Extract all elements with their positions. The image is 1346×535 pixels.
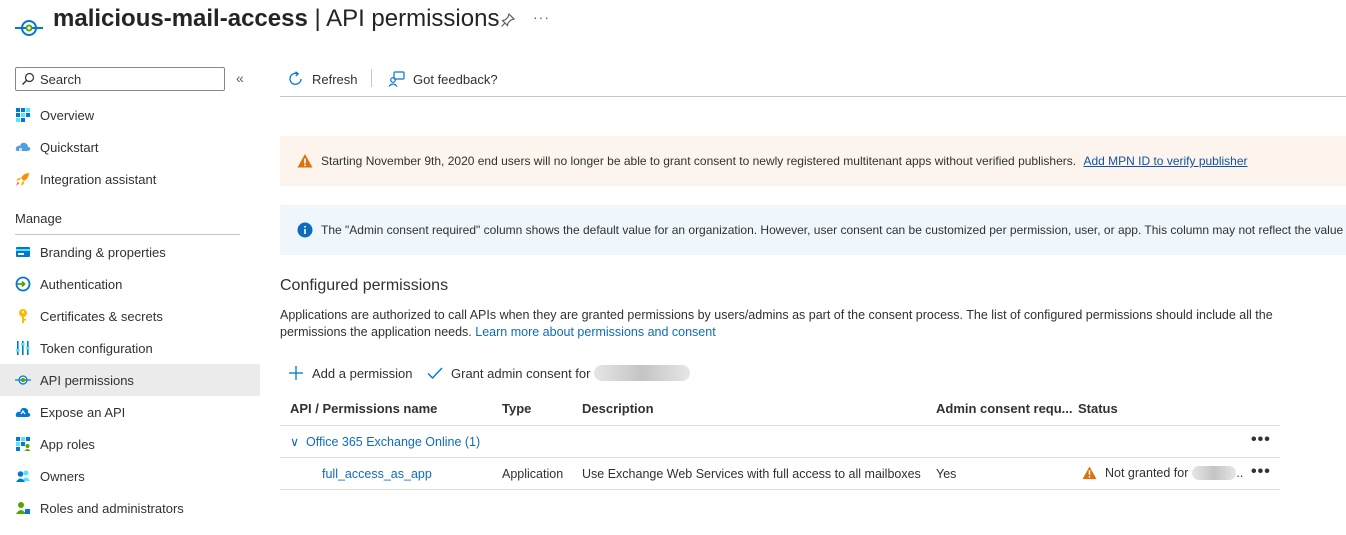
- page-title: malicious-mail-access | API permissions: [53, 5, 499, 33]
- configured-permissions-title: Configured permissions: [280, 277, 449, 294]
- column-header-admin-consent[interactable]: Admin consent requ...: [936, 401, 1073, 416]
- description-text: Applications are authorized to call APIs…: [280, 308, 1273, 339]
- sidebar-item-label: API permissions: [40, 373, 134, 388]
- rocket-icon: [16, 173, 29, 186]
- key-icon: [19, 309, 27, 323]
- warning-text: Starting November 9th, 2020 end users wi…: [321, 154, 1248, 168]
- sidebar-item-label: App roles: [40, 437, 95, 452]
- overview-grid-icon: [16, 108, 30, 122]
- plus-icon: [289, 366, 303, 380]
- pin-icon[interactable]: [500, 12, 516, 28]
- sidebar-item-overview[interactable]: Overview: [0, 99, 260, 131]
- sidebar-item-label: Branding & properties: [40, 245, 166, 260]
- expose-cloud-icon: [15, 407, 31, 417]
- column-header-description[interactable]: Description: [582, 401, 654, 416]
- page-name: API permissions: [326, 5, 500, 32]
- column-header-status[interactable]: Status: [1078, 401, 1118, 416]
- table-row: full_access_as_app Application Use Excha…: [280, 458, 1280, 490]
- column-header-type[interactable]: Type: [502, 401, 531, 416]
- owners-people-icon: [16, 470, 30, 482]
- add-mpn-id-link[interactable]: Add MPN ID to verify publisher: [1083, 154, 1247, 168]
- collapse-sidebar-icon[interactable]: «: [236, 70, 244, 86]
- warning-message: Starting November 9th, 2020 end users wi…: [321, 154, 1077, 168]
- sidebar-item-branding[interactable]: Branding & properties: [0, 236, 260, 268]
- redacted-tenant-name: [594, 365, 691, 381]
- api-group-label[interactable]: Office 365 Exchange Online (1): [306, 435, 480, 449]
- search-input[interactable]: [40, 70, 220, 88]
- command-separator: [371, 69, 372, 87]
- checkmark-icon: [427, 367, 443, 380]
- sidebar-item-label: Roles and administrators: [40, 501, 184, 516]
- token-sliders-icon: [16, 341, 30, 355]
- app-registration-icon: [15, 20, 43, 36]
- group-expand-chevron-icon[interactable]: ∨: [290, 434, 299, 449]
- sidebar-item-api-permissions[interactable]: API permissions: [0, 364, 260, 396]
- permissions-table-header: API / Permissions name Type Description …: [280, 393, 1280, 426]
- warning-icon: [297, 154, 313, 168]
- row-more-options-icon[interactable]: •••: [1251, 463, 1271, 481]
- redacted-tenant-name: [1192, 466, 1237, 480]
- sidebar-item-expose-api[interactable]: Expose an API: [0, 396, 260, 428]
- feedback-button[interactable]: Got feedback?: [388, 70, 498, 88]
- feedback-icon: [388, 71, 405, 87]
- sidebar-search[interactable]: [15, 67, 225, 91]
- cloud-quickstart-icon: [15, 142, 31, 151]
- command-bar: Refresh Got feedback?: [280, 62, 1346, 97]
- roles-admin-icon: [16, 502, 30, 514]
- sidebar-item-token-configuration[interactable]: Token configuration: [0, 332, 260, 364]
- status-badge: Not granted for ..: [1082, 466, 1243, 480]
- feedback-label: Got feedback?: [413, 71, 498, 87]
- status-text: Not granted for: [1105, 466, 1189, 480]
- warning-icon: [1082, 466, 1097, 480]
- publisher-warning-banner: Starting November 9th, 2020 end users wi…: [280, 136, 1346, 186]
- admin-consent-value: Yes: [936, 467, 957, 481]
- add-permission-label: Add a permission: [312, 365, 413, 381]
- permission-name-link[interactable]: full_access_as_app: [322, 467, 432, 481]
- sidebar-item-label: Authentication: [40, 277, 123, 292]
- status-truncation: ..: [1236, 466, 1244, 480]
- refresh-button[interactable]: Refresh: [288, 70, 358, 88]
- learn-more-link[interactable]: Learn more about permissions and consent: [475, 325, 715, 339]
- title-bar: malicious-mail-access | API permissions …: [0, 0, 1346, 48]
- sidebar-item-app-roles[interactable]: App roles: [0, 428, 260, 460]
- app-roles-grid-icon: [16, 437, 31, 451]
- sidebar-item-quickstart[interactable]: Quickstart: [0, 131, 260, 163]
- api-group-row[interactable]: ∨ Office 365 Exchange Online (1) •••: [280, 426, 1280, 458]
- sidebar-item-authentication[interactable]: Authentication: [0, 268, 260, 300]
- sidebar-item-roles-administrators[interactable]: Roles and administrators: [0, 492, 260, 524]
- authentication-icon: [15, 276, 31, 292]
- more-options-icon[interactable]: ···: [533, 9, 550, 25]
- sidebar-item-owners[interactable]: Owners: [0, 460, 260, 492]
- manage-section-header: Manage: [15, 211, 62, 226]
- sidebar-item-label: Owners: [40, 469, 85, 484]
- sidebar-item-label: Quickstart: [40, 140, 99, 155]
- search-icon: [22, 72, 35, 85]
- sidebar-item-label: Token configuration: [40, 341, 153, 356]
- permission-description: Use Exchange Web Services with full acce…: [582, 467, 921, 481]
- add-permission-button[interactable]: Add a permission: [288, 364, 412, 382]
- configured-permissions-description: Applications are authorized to call APIs…: [280, 307, 1280, 341]
- sidebar-item-label: Expose an API: [40, 405, 126, 420]
- admin-consent-info-banner: The "Admin consent required" column show…: [280, 205, 1346, 255]
- sidebar-item-label: Overview: [40, 108, 95, 123]
- grant-consent-label: Grant admin consent for: [451, 365, 591, 381]
- sidebar-item-label: Certificates & secrets: [40, 309, 163, 324]
- info-text: The "Admin consent required" column show…: [321, 223, 1346, 237]
- group-more-options-icon[interactable]: •••: [1251, 431, 1271, 449]
- refresh-icon: [289, 71, 302, 85]
- column-header-name[interactable]: API / Permissions name: [290, 401, 437, 416]
- grant-admin-consent-button[interactable]: Grant admin consent for: [427, 364, 691, 382]
- info-icon: [297, 222, 313, 238]
- app-name: malicious-mail-access: [53, 5, 308, 32]
- branding-card-icon: [16, 247, 30, 257]
- refresh-label: Refresh: [312, 71, 358, 87]
- manage-divider: [15, 234, 240, 235]
- sidebar-item-label: Integration assistant: [40, 172, 157, 187]
- permission-type: Application: [502, 467, 564, 481]
- title-separator: |: [307, 5, 327, 32]
- sidebar-item-integration-assistant[interactable]: Integration assistant: [0, 163, 260, 195]
- sidebar-item-certificates[interactable]: Certificates & secrets: [0, 300, 260, 332]
- api-permissions-icon: [15, 375, 31, 385]
